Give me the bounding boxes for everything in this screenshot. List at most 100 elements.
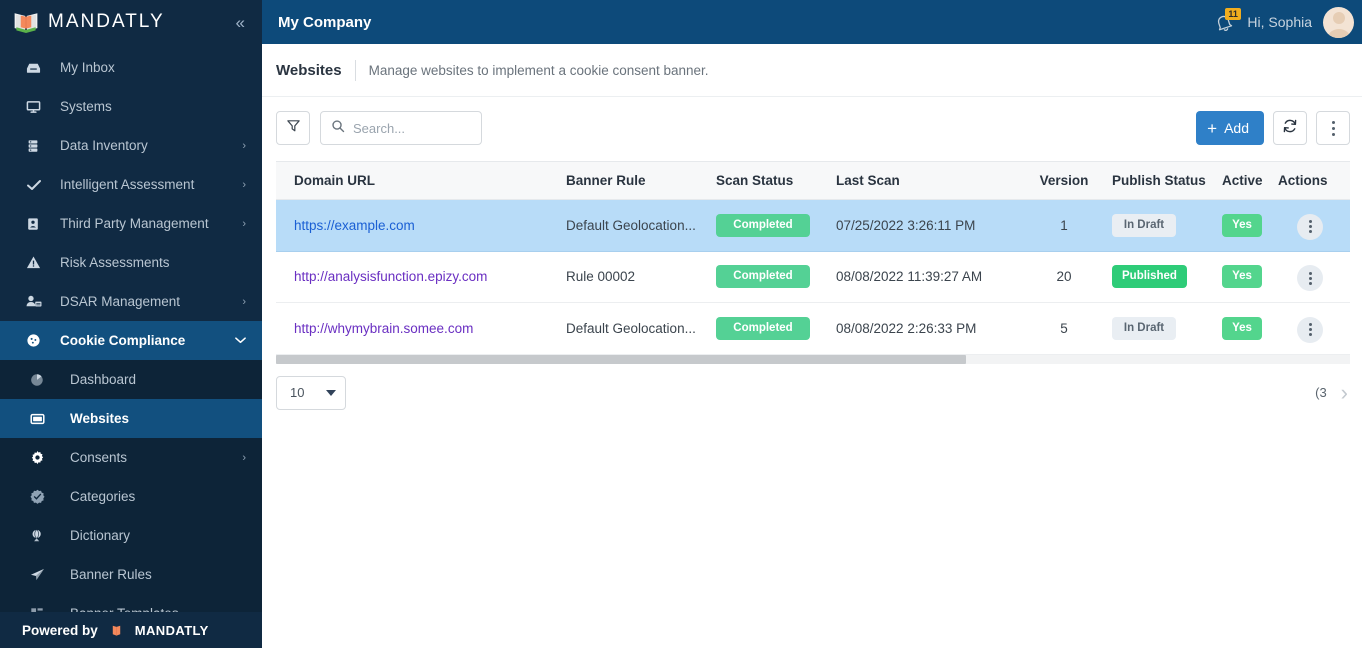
column-header-banner-rule[interactable]: Banner Rule: [566, 161, 716, 200]
active-badge: Yes: [1222, 213, 1262, 237]
cookie-icon: [26, 333, 48, 348]
page-title: Websites: [276, 61, 342, 79]
filter-button[interactable]: [276, 111, 310, 145]
sidebar-item-label: Cookie Compliance: [60, 333, 186, 348]
sidebar-item-cookie-compliance[interactable]: Cookie Compliance: [0, 321, 262, 360]
cell-domain-url: http://whymybrain.somee.com: [276, 302, 566, 355]
column-header-domain-url[interactable]: Domain URL: [276, 161, 566, 200]
sidebar-item-consents[interactable]: Consents ›: [0, 438, 262, 477]
sidebar-footer: Powered by MANDATLY: [0, 612, 262, 648]
content-area: + Add: [262, 97, 1362, 410]
cell-active: Yes: [1222, 251, 1278, 303]
mandatly-book-logo-icon: [108, 622, 125, 639]
domain-link[interactable]: http://whymybrain.somee.com: [294, 321, 473, 336]
sidebar-item-label: DSAR Management: [60, 294, 181, 309]
pie-chart-icon: [30, 373, 52, 387]
user-card-icon: [26, 294, 48, 309]
add-button[interactable]: + Add: [1196, 111, 1264, 145]
sidebar-item-dashboard[interactable]: Dashboard: [0, 360, 262, 399]
pagination-right: (3 ›: [1315, 381, 1348, 404]
table-row[interactable]: https://example.com Default Geolocation.…: [276, 199, 1350, 252]
main-area: My Company 11 Hi, Sophia Websites Manage…: [262, 0, 1362, 648]
search-input[interactable]: [353, 120, 471, 136]
row-actions-button[interactable]: [1297, 213, 1323, 240]
chevron-right-icon: ›: [242, 295, 246, 308]
brand-name: MANDATLY: [48, 11, 165, 32]
sidebar-item-label: Data Inventory: [60, 138, 148, 153]
kebab-dot: [1308, 333, 1312, 336]
chevrons-left-icon[interactable]: «: [231, 12, 248, 33]
kebab-dot: [1308, 230, 1312, 233]
column-header-last-scan[interactable]: Last Scan: [836, 161, 1024, 200]
company-title: My Company: [278, 13, 372, 31]
domain-link[interactable]: https://example.com: [294, 218, 415, 233]
sidebar-item-my-inbox[interactable]: My Inbox: [0, 48, 262, 87]
column-header-actions: Actions: [1278, 161, 1350, 200]
kebab-dot: [1308, 281, 1312, 285]
kebab-dot: [1308, 328, 1312, 331]
sidebar-item-dictionary[interactable]: Dictionary: [0, 516, 262, 555]
cell-banner-rule: Rule 00002: [566, 251, 716, 303]
websites-table-wrapper: Domain URL Banner Rule Scan Status Last …: [276, 161, 1350, 364]
kebab-dot: [1308, 220, 1312, 223]
cell-active: Yes: [1222, 199, 1278, 252]
cell-version: 1: [1024, 199, 1112, 252]
sidebar-item-label: My Inbox: [60, 60, 115, 75]
column-header-scan-status[interactable]: Scan Status: [716, 161, 836, 200]
cell-active: Yes: [1222, 302, 1278, 355]
chevron-right-icon: ›: [242, 139, 246, 152]
sidebar-item-label: Risk Assessments: [60, 255, 170, 270]
cell-scan-status: Completed: [716, 302, 836, 355]
avatar[interactable]: [1323, 6, 1354, 38]
kebab-dot: [1331, 126, 1335, 130]
table-row[interactable]: http://analysisfunction.epizy.com Rule 0…: [276, 251, 1350, 303]
notifications-button[interactable]: 11: [1214, 8, 1241, 34]
domain-link[interactable]: http://analysisfunction.epizy.com: [294, 269, 487, 284]
refresh-button[interactable]: [1273, 111, 1307, 145]
globe-stand-icon: [30, 528, 52, 543]
sidebar-item-label: Dashboard: [70, 372, 137, 387]
footer-brand-name: MANDATLY: [134, 622, 209, 638]
row-actions-button[interactable]: [1297, 265, 1323, 291]
kebab-dot: [1331, 132, 1335, 136]
sidebar-item-data-inventory[interactable]: Data Inventory ›: [0, 126, 262, 165]
cell-banner-rule: Default Geolocation...: [566, 199, 716, 252]
chevron-down-icon: [326, 389, 336, 396]
brand-header: MANDATLY «: [0, 0, 262, 44]
sidebar-item-websites[interactable]: Websites: [0, 399, 262, 438]
column-header-active[interactable]: Active: [1222, 161, 1278, 200]
cell-scan-status: Completed: [716, 251, 836, 303]
sidebar-item-dsar-management[interactable]: DSAR Management ›: [0, 282, 262, 321]
table-head: Domain URL Banner Rule Scan Status Last …: [276, 161, 1350, 200]
sidebar-item-risk-assessments[interactable]: Risk Assessments: [0, 243, 262, 282]
sidebar-item-categories[interactable]: Categories: [0, 477, 262, 516]
mandatly-book-logo-icon: [12, 8, 40, 36]
sidebar-item-banner-rules[interactable]: Banner Rules: [0, 555, 262, 594]
top-bar: My Company 11 Hi, Sophia: [262, 0, 1362, 44]
search-box[interactable]: [320, 111, 482, 145]
sidebar-item-intelligent-assessment[interactable]: Intelligent Assessment ›: [0, 165, 262, 204]
sidebar-item-label: Systems: [60, 99, 112, 114]
check-icon: [26, 177, 48, 193]
column-header-version[interactable]: Version: [1024, 161, 1112, 200]
cell-last-scan: 08/08/2022 11:39:27 AM: [836, 251, 1024, 303]
sidebar-item-third-party-management[interactable]: Third Party Management ›: [0, 204, 262, 243]
table-row[interactable]: http://whymybrain.somee.com Default Geol…: [276, 302, 1350, 355]
table-body: https://example.com Default Geolocation.…: [276, 199, 1350, 355]
page-size-select[interactable]: 10: [276, 375, 346, 410]
cookie-compliance-submenu: Dashboard Websites Consents › Categories…: [0, 360, 262, 633]
table-horizontal-scrollbar[interactable]: [276, 354, 1350, 364]
monitor-icon: [26, 99, 48, 114]
cell-version: 5: [1024, 302, 1112, 355]
active-badge: Yes: [1222, 265, 1262, 289]
sidebar-item-systems[interactable]: Systems: [0, 87, 262, 126]
row-actions-button[interactable]: [1297, 316, 1323, 343]
status-badge: Completed: [716, 265, 810, 289]
cell-last-scan: 08/08/2022 2:26:33 PM: [836, 302, 1024, 355]
scrollbar-thumb[interactable]: [276, 354, 966, 364]
table-more-button[interactable]: [1316, 111, 1350, 145]
next-page-button[interactable]: ›: [1341, 381, 1348, 404]
column-header-publish-status[interactable]: Publish Status: [1112, 161, 1222, 200]
chevron-right-icon: ›: [242, 451, 246, 464]
browser-window-icon: [30, 412, 52, 426]
